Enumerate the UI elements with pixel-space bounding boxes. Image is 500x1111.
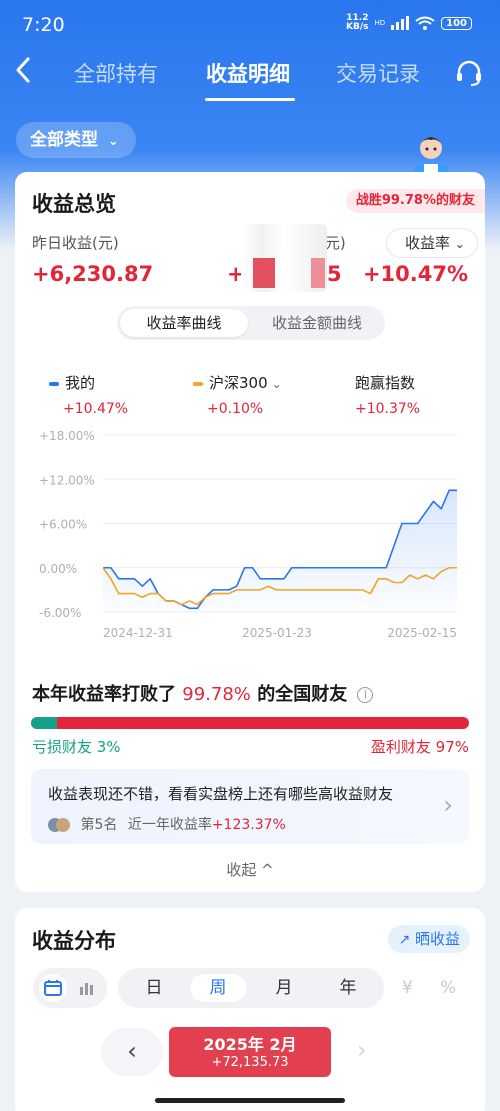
y-tick-label: +18.00%	[39, 429, 95, 443]
overview-title: 收益总览	[32, 192, 116, 216]
curve-amount-option[interactable]: 收益金额曲线	[252, 309, 382, 337]
legend-mine[interactable]: 我的 +10.47%	[49, 372, 128, 417]
net-speed-unit: KB/s	[345, 22, 369, 32]
calendar-icon[interactable]	[39, 974, 67, 1002]
current-month-box: 2025年 2月 +72,135.73	[169, 1027, 331, 1077]
tab-holdings[interactable]: 全部持有	[74, 58, 158, 88]
tab-transactions[interactable]: 交易记录	[336, 58, 420, 88]
tab-profit-details[interactable]: 收益明细	[206, 58, 290, 88]
period-selector: 日 周 月 年	[118, 968, 384, 1008]
rate-value: +10.47%	[362, 262, 468, 286]
hd-label: HD	[374, 18, 386, 27]
yesterday-value: +6,230.87	[32, 262, 154, 286]
x-tick-label: 2025-01-23	[242, 626, 312, 640]
collapse-button[interactable]: 收起 ^	[15, 859, 485, 880]
promo-sub-value: +123.37%	[211, 817, 286, 833]
status-icons: 11.2 KB/s HD 100	[346, 14, 472, 32]
view-toggle	[33, 968, 107, 1008]
status-time: 7:20	[22, 14, 65, 36]
y-tick-label: -6.00%	[39, 606, 81, 620]
return-rate-chart[interactable]: +18.00% +12.00% +6.00% 0.00% -6.00% 2024-12-3…	[15, 425, 485, 645]
legend-mine-name: 我的	[65, 374, 96, 392]
promo-sub-label: 近一年收益率	[127, 817, 212, 833]
loss-label: 亏损财友 3%	[32, 738, 121, 756]
month-label: 2025年 2月	[203, 1035, 297, 1054]
user-avatar-icon	[48, 818, 70, 832]
period-week[interactable]: 周	[190, 974, 246, 1002]
customer-service-icon[interactable]	[454, 58, 484, 88]
distribution-title: 收益分布	[32, 929, 116, 953]
beat-percent: 99.78%	[182, 684, 251, 705]
net-speed: 11.2 KB/s	[346, 14, 368, 32]
beat-statement: 本年收益率打败了 99.78% 的全国财友 i	[32, 680, 374, 706]
legend-mine-value: +10.47%	[63, 401, 129, 417]
period-month[interactable]: 月	[256, 974, 312, 1002]
overview-card: 收益总览 战胜99.78%的财友 昨日收益(元) +6,230.87 (元) +…	[15, 172, 485, 892]
beat-suffix: 的全国财友	[257, 684, 348, 705]
profit-label: 盈利财友 97%	[370, 738, 469, 756]
middle-value-end: 5	[327, 262, 342, 286]
battery-icon: 100	[441, 16, 472, 30]
curve-rate-option[interactable]: 收益率曲线	[120, 309, 248, 337]
curve-toggle: 收益率曲线 收益金额曲线	[117, 306, 385, 340]
beat-prefix: 本年收益率打败了	[32, 684, 176, 705]
chevron-down-icon: ⌄	[271, 377, 282, 391]
back-icon[interactable]	[14, 56, 40, 88]
unit-yuan-toggle[interactable]: ¥	[402, 978, 413, 998]
share-icon: ↗	[398, 932, 411, 948]
top-nav: 全部持有 收益明细 交易记录	[0, 48, 500, 101]
loss-segment	[31, 717, 58, 729]
redaction-blur	[241, 224, 327, 292]
chevron-down-icon: ⌄	[454, 237, 465, 251]
month-value: +72,135.73	[211, 1055, 289, 1070]
previous-month-button[interactable]: ‹	[101, 1028, 163, 1076]
rate-type-dropdown[interactable]: 收益率 ⌄	[386, 228, 478, 258]
promo-text: 收益表现还不错，看看实盘榜上还有哪些高收益财友	[48, 785, 394, 803]
leaderboard-promo[interactable]: 收益表现还不错，看看实盘榜上还有哪些高收益财友 第5名 近一年收益率+123.3…	[31, 769, 469, 844]
period-year[interactable]: 年	[320, 974, 376, 1002]
rate-label: 收益率	[405, 234, 451, 252]
next-month-button[interactable]: ›	[357, 1036, 367, 1064]
unit-percent-toggle[interactable]: %	[440, 978, 456, 998]
distribution-card: 收益分布 ↗ 晒收益 日 周 月 年 ¥ % ‹ 2025年 2月 +72,13…	[15, 908, 485, 1111]
share-label: 晒收益	[414, 930, 460, 948]
legend-outperform: 跑赢指数 +10.37%	[355, 372, 420, 417]
legend-index[interactable]: 沪深300 ⌄ +0.10%	[193, 372, 282, 417]
info-icon[interactable]: i	[357, 687, 374, 703]
status-bar: 7:20 11.2 KB/s HD 100	[0, 0, 500, 50]
legend-dot	[193, 381, 203, 386]
chevron-right-icon: ›	[443, 791, 453, 819]
active-tab-indicator	[205, 98, 295, 101]
y-tick-label: +6.00%	[39, 518, 87, 532]
type-filter-dropdown[interactable]: 全部类型 ⌄	[16, 122, 136, 158]
type-filter-label: 全部类型	[30, 130, 98, 150]
legend-index-value: +0.10%	[207, 401, 264, 417]
y-tick-label: +12.00%	[39, 473, 95, 487]
period-day[interactable]: 日	[126, 974, 182, 1002]
yesterday-label: 昨日收益(元)	[32, 234, 119, 252]
x-tick-label: 2024-12-31	[103, 626, 173, 640]
x-tick-label: 2025-02-15	[387, 626, 457, 640]
home-indicator	[155, 1098, 345, 1103]
legend-index-name: 沪深300	[209, 374, 268, 392]
legend-dot	[49, 381, 59, 386]
signal-icon	[391, 16, 410, 30]
promo-sub: 第5名 近一年收益率+123.37%	[48, 814, 286, 834]
distribution-bar	[31, 717, 469, 729]
share-profit-button[interactable]: ↗ 晒收益	[388, 925, 470, 953]
wifi-icon	[415, 16, 435, 30]
bar-chart-icon[interactable]	[73, 974, 101, 1002]
legend-outperform-value: +10.37%	[355, 401, 421, 417]
promo-rank: 第5名	[80, 817, 118, 833]
beat-badge[interactable]: 战胜99.78%的财友	[345, 189, 485, 213]
y-tick-label: 0.00%	[39, 562, 77, 576]
chevron-down-icon: ⌄	[107, 134, 119, 149]
legend-outperform-name: 跑赢指数	[355, 374, 416, 392]
